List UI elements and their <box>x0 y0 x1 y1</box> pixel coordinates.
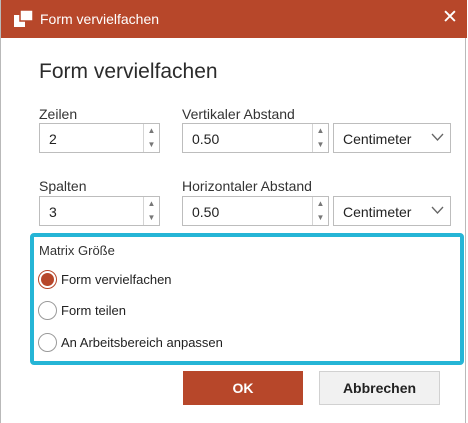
radio-fit-to-workspace-label: An Arbeitsbereich anpassen <box>61 335 223 350</box>
vertical-spacing-label: Vertikaler Abstand <box>182 106 295 122</box>
vertical-unit-select[interactable]: Centimeter <box>333 123 451 153</box>
columns-input[interactable]: 3 ▲ ▼ <box>39 196 160 226</box>
columns-stepper: ▲ ▼ <box>143 197 159 225</box>
matrix-size-label: Matrix Größe <box>39 243 115 258</box>
chevron-down-icon: ▼ <box>316 213 325 222</box>
rows-decrement-button[interactable]: ▼ <box>144 138 159 152</box>
vertical-spacing-stepper: ▲ ▼ <box>312 124 328 152</box>
radio-duplicate-shape-label: Form vervielfachen <box>61 272 172 287</box>
chevron-down-icon <box>431 133 444 141</box>
close-button[interactable]: ✕ <box>437 7 463 31</box>
chevron-down-icon: ▼ <box>147 140 156 149</box>
chevron-up-icon: ▲ <box>316 199 325 208</box>
vertical-unit-value: Centimeter <box>343 131 412 147</box>
radio-split-shape-label: Form teilen <box>61 303 127 318</box>
ok-button[interactable]: OK <box>183 371 303 405</box>
title-bar[interactable]: Form vervielfachen ✕ <box>1 0 467 38</box>
radio-selected-dot <box>41 273 54 286</box>
rows-increment-button[interactable]: ▲ <box>144 124 159 138</box>
horizontal-unit-select[interactable]: Centimeter <box>333 196 451 226</box>
shape-duplicate-icon <box>14 10 33 27</box>
chevron-down-icon: ▼ <box>147 213 156 222</box>
chevron-up-icon: ▲ <box>147 126 156 135</box>
horizontal-spacing-stepper: ▲ ▼ <box>312 197 328 225</box>
rows-value: 2 <box>49 131 57 147</box>
rows-label: Zeilen <box>39 106 78 122</box>
rows-stepper: ▲ ▼ <box>143 124 159 152</box>
horizontal-spacing-decrement-button[interactable]: ▼ <box>313 211 328 225</box>
close-icon: ✕ <box>442 7 458 28</box>
dialog-heading: Form vervielfachen <box>39 60 218 83</box>
rows-input[interactable]: 2 ▲ ▼ <box>39 123 160 153</box>
horizontal-spacing-increment-button[interactable]: ▲ <box>313 197 328 211</box>
vertical-spacing-decrement-button[interactable]: ▼ <box>313 138 328 152</box>
columns-decrement-button[interactable]: ▼ <box>144 211 159 225</box>
chevron-down-icon: ▼ <box>316 140 325 149</box>
matrix-size-group: Matrix Größe Form vervielfachen Form tei… <box>30 233 464 365</box>
window-title: Form vervielfachen <box>40 11 160 27</box>
vertical-spacing-value: 0.50 <box>192 131 220 147</box>
vertical-spacing-increment-button[interactable]: ▲ <box>313 124 328 138</box>
radio-indicator-checked[interactable] <box>38 270 57 289</box>
columns-increment-button[interactable]: ▲ <box>144 197 159 211</box>
columns-value: 3 <box>49 204 57 220</box>
cancel-button[interactable]: Abbrechen <box>319 371 440 405</box>
horizontal-spacing-value: 0.50 <box>192 204 220 220</box>
radio-indicator-unchecked[interactable] <box>38 301 57 320</box>
horizontal-unit-value: Centimeter <box>343 204 412 220</box>
chevron-down-icon <box>431 206 444 214</box>
chevron-up-icon: ▲ <box>147 199 156 208</box>
horizontal-spacing-input[interactable]: 0.50 ▲ ▼ <box>182 196 329 226</box>
columns-label: Spalten <box>39 178 87 194</box>
radio-duplicate-shape[interactable]: Form vervielfachen <box>38 269 258 291</box>
radio-split-shape[interactable]: Form teilen <box>38 300 198 322</box>
chevron-up-icon: ▲ <box>316 126 325 135</box>
radio-indicator-unchecked[interactable] <box>38 333 57 352</box>
horizontal-spacing-label: Horizontaler Abstand <box>182 178 312 194</box>
duplicate-shape-dialog: Form vervielfachen ✕ Form vervielfachen … <box>0 0 467 423</box>
vertical-spacing-input[interactable]: 0.50 ▲ ▼ <box>182 123 329 153</box>
radio-fit-to-workspace[interactable]: An Arbeitsbereich anpassen <box>38 332 298 354</box>
